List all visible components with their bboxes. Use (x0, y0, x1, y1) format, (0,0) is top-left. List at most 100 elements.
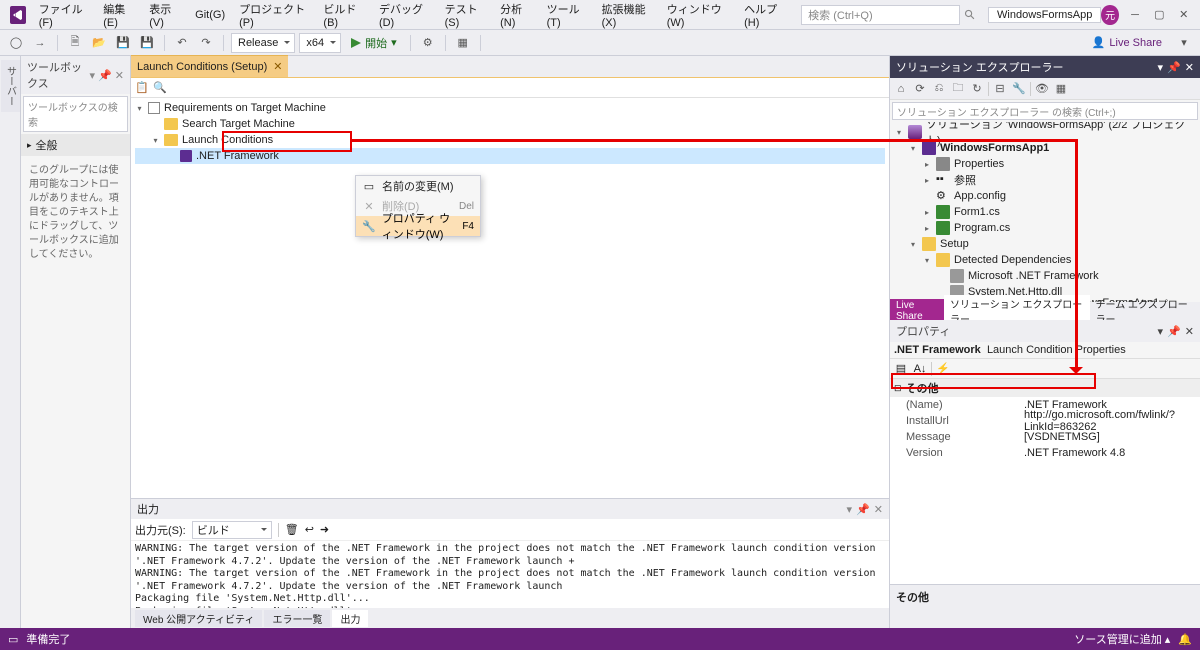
menu-edit[interactable]: 編集(E) (96, 0, 142, 29)
editor-tb-icon2[interactable]: 🔍 (153, 81, 167, 95)
pin2-icon[interactable]: 📌 (98, 69, 112, 82)
ctx-properties-window[interactable]: 🔧プロパティ ウィンドウ(W)F4 (356, 216, 480, 236)
sx-prop-icon[interactable]: 🔧 (1011, 81, 1027, 97)
pin-icon[interactable]: ▾ (90, 69, 96, 82)
save-icon[interactable]: 💾 (113, 33, 133, 53)
tree-netframework[interactable]: .NET Framework (135, 148, 885, 164)
output-clear-icon[interactable]: 🗑 (285, 523, 299, 536)
solution-explorer-search[interactable]: ソリューション エクスプローラー の検索 (Ctrl+;) (892, 102, 1198, 120)
menu-tools[interactable]: ツール(T) (540, 0, 595, 29)
menu-build[interactable]: ビルド(B) (316, 0, 372, 29)
prop-az-icon[interactable]: A↓ (912, 361, 928, 377)
output-close-icon[interactable]: ✕ (874, 503, 883, 516)
output-pin2-icon[interactable]: 📌 (856, 503, 870, 516)
sx-sync-icon[interactable]: ⟳ (912, 81, 928, 97)
prop-dd-icon[interactable]: ▾ (1158, 325, 1164, 338)
sx-pending-icon[interactable]: ⎌ (931, 81, 947, 97)
sx-pin-icon[interactable]: 📌 (1167, 61, 1181, 74)
undo-icon[interactable]: ↶ (172, 33, 192, 53)
server-explorer-tab[interactable]: サーバー (1, 60, 20, 112)
tab-close-icon[interactable]: ✕ (273, 60, 282, 73)
tree-root[interactable]: ▾Requirements on Target Machine (135, 100, 885, 116)
sx-close-icon[interactable]: ✕ (1185, 61, 1194, 74)
window-max-icon[interactable]: ▢ (1147, 0, 1171, 30)
vs-logo-icon (10, 6, 26, 24)
user-avatar[interactable]: 元 (1101, 5, 1118, 25)
prop-row-version[interactable]: Version.NET Framework 4.8 (890, 445, 1200, 461)
prop-pin-icon[interactable]: 📌 (1167, 325, 1181, 338)
toolbox-group-general[interactable]: 全般 (21, 134, 130, 156)
netframework-icon (180, 150, 192, 162)
prop-row-message[interactable]: Message[VSDNETMSG] (890, 429, 1200, 445)
sln-root[interactable]: ▾ソリューション 'WindowsFormsApp' (2/2 プロジェクト) (890, 124, 1200, 140)
menu-file[interactable]: ファイル(F) (32, 0, 97, 29)
prop-close-icon[interactable]: ✕ (1185, 325, 1194, 338)
config-combo[interactable]: Release (231, 33, 295, 53)
tab-web-publish[interactable]: Web 公開アクティビティ (135, 610, 262, 627)
sln-deps[interactable]: ▾Detected Dependencies (890, 252, 1200, 268)
output-text[interactable]: WARNING: The target version of the .NET … (131, 541, 889, 608)
dll-icon (950, 269, 964, 283)
start-button[interactable]: 開始▾ (345, 35, 403, 51)
customize-icon[interactable]: ▾ (1174, 33, 1194, 53)
saveall-icon[interactable]: 💾 (137, 33, 157, 53)
output-wrap-icon[interactable]: ↩ (305, 523, 314, 536)
sx-preview-icon[interactable]: 👁 (1034, 81, 1050, 97)
menu-window[interactable]: ウィンドウ(W) (660, 0, 737, 29)
quick-search-input[interactable]: 検索 (Ctrl+Q) (801, 5, 960, 25)
tb-icon-2[interactable]: ▦ (453, 33, 473, 53)
properties-object[interactable]: .NET Framework Launch Condition Properti… (890, 342, 1200, 359)
ctx-rename[interactable]: ▭名前の変更(M) (356, 176, 480, 196)
window-close-icon[interactable]: ✕ (1172, 0, 1196, 30)
sln-properties[interactable]: ▸Properties (890, 156, 1200, 172)
nav-fwd-icon[interactable]: → (30, 33, 50, 53)
sln-refs[interactable]: ▸▪▪参照 (890, 172, 1200, 188)
window-min-icon[interactable]: ─ (1123, 0, 1147, 30)
sx-collapse-icon[interactable]: ⊟ (992, 81, 1008, 97)
sln-program[interactable]: ▸Program.cs (890, 220, 1200, 236)
tree-search[interactable]: Search Target Machine (135, 116, 885, 132)
status-src-control[interactable]: ソース管理に追加 ▴ (1074, 631, 1170, 647)
sx-refresh-icon[interactable]: ↻ (969, 81, 985, 97)
sln-appconfig[interactable]: ⚙App.config (890, 188, 1200, 204)
tab-error-list[interactable]: エラー一覧 (264, 610, 330, 627)
liveshare-button[interactable]: 👤 Live Share (1084, 36, 1170, 49)
sx-dd-icon[interactable]: ▾ (1158, 61, 1164, 74)
sx-home-icon[interactable]: ⌂ (893, 81, 909, 97)
close-icon[interactable]: ✕ (115, 69, 124, 82)
output-pin-icon[interactable]: ▾ (847, 503, 853, 516)
menu-extensions[interactable]: 拡張機能(X) (595, 0, 660, 29)
toolbox-title: ツールボックス ▾📌✕ (21, 56, 130, 94)
prop-events-icon[interactable]: ⚡ (935, 361, 951, 377)
output-goto-icon[interactable]: ➜ (320, 523, 329, 536)
menu-analyze[interactable]: 分析(N) (493, 0, 539, 29)
redo-icon[interactable]: ↷ (196, 33, 216, 53)
editor-tb-icon1[interactable]: 📋 (135, 81, 149, 95)
menu-git[interactable]: Git(G) (188, 0, 232, 29)
prop-cat-icon[interactable]: ▤ (893, 361, 909, 377)
sx-view-icon[interactable]: ▦ (1053, 81, 1069, 97)
solution-name[interactable]: WindowsFormsApp (988, 7, 1101, 23)
menu-view[interactable]: 表示(V) (142, 0, 188, 29)
platform-combo[interactable]: x64 (299, 33, 341, 53)
status-bell-icon[interactable]: 🔔 (1178, 633, 1192, 646)
sln-setup[interactable]: ▾Setup (890, 236, 1200, 252)
sln-dep-net[interactable]: Microsoft .NET Framework (890, 268, 1200, 284)
toolbox-search[interactable]: ツールボックスの検索 (23, 96, 128, 132)
tab-launch-conditions[interactable]: Launch Conditions (Setup) ✕ (131, 55, 288, 77)
sx-showall-icon[interactable]: 🗀 (950, 81, 966, 97)
menu-test[interactable]: テスト(S) (438, 0, 494, 29)
prop-cat-other[interactable]: その他 (890, 379, 1200, 397)
prop-row-installurl[interactable]: InstallUrlhttp://go.microsoft.com/fwlink… (890, 413, 1200, 429)
nav-back-icon[interactable]: ◯ (6, 33, 26, 53)
output-from-combo[interactable]: ビルド (192, 521, 272, 539)
tb-icon-1[interactable]: ⚙ (418, 33, 438, 53)
open-icon[interactable]: 📂 (89, 33, 109, 53)
menu-help[interactable]: ヘルプ(H) (737, 0, 793, 29)
menu-project[interactable]: プロジェクト(P) (232, 0, 316, 29)
menu-debug[interactable]: デバッグ(D) (372, 0, 438, 29)
new-icon[interactable]: 🗎 (65, 33, 85, 53)
sln-form[interactable]: ▸Form1.cs (890, 204, 1200, 220)
tab-output[interactable]: 出力 (332, 610, 368, 627)
search-icon[interactable] (964, 8, 976, 22)
